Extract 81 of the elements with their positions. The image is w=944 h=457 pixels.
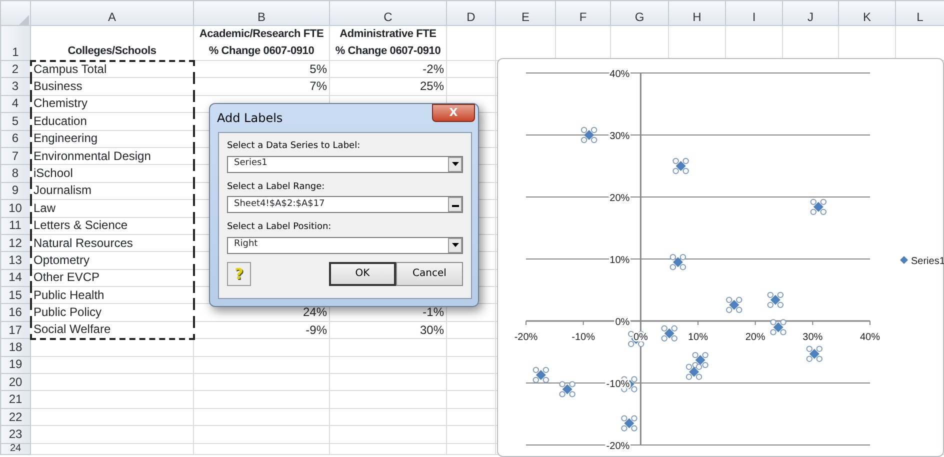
axis-label: -10% (572, 332, 596, 343)
row-header[interactable]: 1 (0, 26, 30, 60)
table-cell: Social Welfare (30, 321, 194, 339)
row-header[interactable]: 16 (0, 304, 30, 322)
column-header[interactable]: C (330, 0, 446, 26)
row-header[interactable]: 17 (0, 321, 30, 339)
column-header[interactable]: H (668, 0, 726, 26)
row-header[interactable]: 9 (0, 182, 30, 200)
axis-label: 20% (745, 332, 766, 343)
input-field[interactable]: Sheet4!$A$2:$A$17 (227, 196, 463, 213)
axis-label: 10% (610, 255, 630, 266)
table-cell: Letters & Science (30, 217, 194, 234)
ok-button[interactable]: OK (329, 262, 396, 286)
table-cell: Engineering (30, 130, 194, 148)
legend-label: Series1 (911, 256, 944, 267)
table-cell: Education (30, 112, 194, 130)
column-title: Academic/Research FTE % Change 0607-0910 (194, 26, 330, 60)
axis-label: 40% (610, 69, 630, 80)
field-label: Select a Data Series to Label: (227, 140, 362, 153)
row-header[interactable]: 19 (0, 356, 30, 374)
row-header[interactable]: 11 (0, 217, 30, 234)
table-cell: Optometry (30, 252, 194, 270)
axis-label: 30% (610, 131, 630, 142)
table-cell: 25% (330, 78, 446, 96)
column-header[interactable]: A (30, 0, 194, 26)
row-header[interactable]: 13 (0, 252, 30, 270)
row-header[interactable]: 5 (0, 112, 30, 130)
row-header[interactable]: 4 (0, 95, 30, 113)
row-header[interactable]: 23 (0, 426, 30, 444)
column-header[interactable]: F (556, 0, 610, 26)
table-cell: 30% (330, 321, 446, 339)
axis-label: 10% (688, 332, 708, 343)
table-cell: Public Policy (30, 304, 194, 322)
axis-label: 40% (860, 332, 880, 343)
axis-label: 30% (802, 332, 823, 343)
column-header[interactable]: D (446, 0, 496, 26)
table-cell: 5% (194, 60, 330, 78)
table-cell: 7% (194, 78, 330, 96)
dropdown[interactable]: Series1 (227, 156, 463, 172)
table-cell: Environmental Design (30, 147, 194, 165)
column-header[interactable]: J (782, 0, 838, 26)
row-header[interactable]: 14 (0, 269, 30, 287)
column-header[interactable]: G (610, 0, 668, 26)
table-cell: Law (30, 200, 194, 218)
row-header[interactable]: 6 (0, 130, 30, 148)
row-header[interactable]: 3 (0, 78, 30, 96)
field-label: Select a Label Range: (227, 180, 326, 194)
axis-label: 0% (615, 317, 630, 328)
table-cell: Business (30, 78, 194, 96)
row-header[interactable]: 12 (0, 234, 30, 252)
table-cell: Natural Resources (30, 234, 194, 252)
row-header[interactable]: 21 (0, 390, 30, 408)
table-cell: Chemistry (30, 95, 194, 113)
column-header[interactable]: I (726, 0, 782, 26)
cancel-button[interactable]: Cancel (396, 262, 463, 286)
column-header[interactable]: L (896, 0, 944, 26)
row-header[interactable]: 20 (0, 374, 30, 391)
row-header[interactable]: 8 (0, 164, 30, 182)
table-cell: -2% (330, 60, 446, 78)
table-cell: Other EVCP (30, 269, 194, 287)
field-label: Select a Label Position: (227, 221, 332, 234)
row-header[interactable]: 18 (0, 338, 30, 356)
column-header[interactable]: K (838, 0, 896, 26)
row-header[interactable]: 10 (0, 200, 30, 218)
column-header[interactable]: E (496, 0, 556, 26)
table-cell: -9% (194, 321, 330, 339)
table-cell: Journalism (30, 182, 194, 200)
row-header[interactable]: 7 (0, 147, 30, 165)
column-title: Administrative FTE % Change 0607-0910 (330, 26, 446, 60)
column-header[interactable]: B (194, 0, 330, 26)
axis-label: 20% (610, 193, 630, 204)
axis-label: -20% (606, 441, 630, 452)
window-title: Add Labels (217, 110, 283, 127)
table-cell: Campus Total (30, 60, 194, 78)
axis-label: -20% (514, 332, 538, 343)
row-header[interactable]: 2 (0, 60, 30, 78)
table-cell: iSchool (30, 164, 194, 182)
row-header[interactable]: 15 (0, 286, 30, 304)
dropdown[interactable]: Right (227, 236, 463, 254)
row-header[interactable]: 22 (0, 408, 30, 426)
table-cell: Public Health (30, 286, 194, 304)
